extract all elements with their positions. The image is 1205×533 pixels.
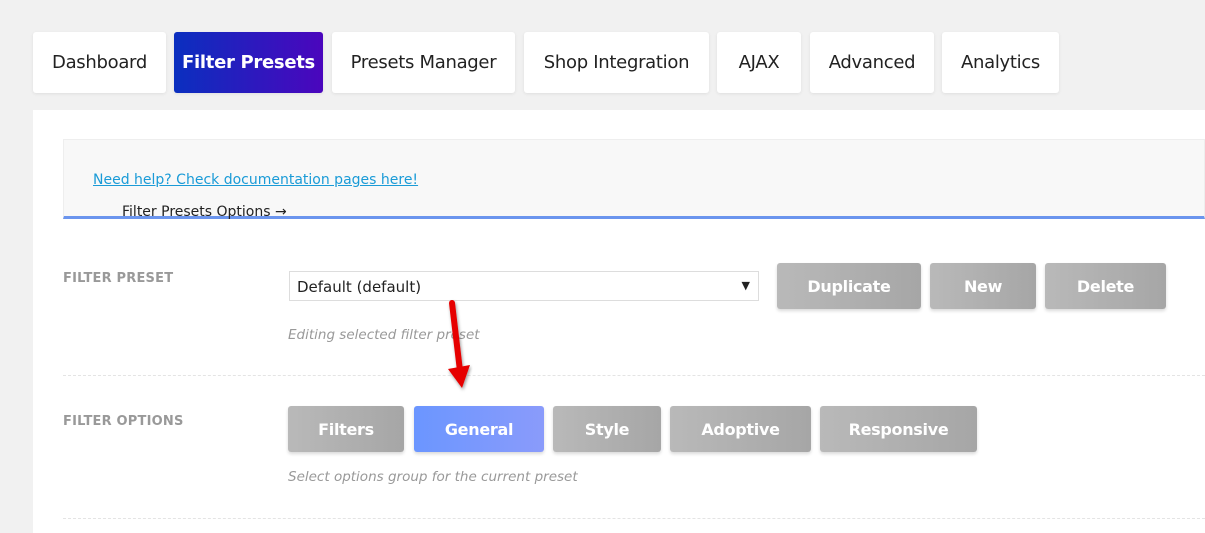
tab-dashboard[interactable]: Dashboard: [33, 32, 166, 93]
filter-preset-label: FILTER PRESET: [63, 271, 174, 286]
tab-presets-manager[interactable]: Presets Manager: [332, 32, 515, 93]
tab-advanced[interactable]: Advanced: [810, 32, 934, 93]
delete-button[interactable]: Delete: [1045, 263, 1166, 309]
option-filters-button[interactable]: Filters: [288, 406, 404, 452]
dropdown-arrow-icon: ▼: [741, 279, 750, 292]
documentation-link[interactable]: Need help? Check documentation pages her…: [93, 172, 418, 188]
filter-preset-select[interactable]: Default (default) ▼: [289, 271, 759, 301]
tab-shop-integration[interactable]: Shop Integration: [524, 32, 709, 93]
new-button[interactable]: New: [930, 263, 1036, 309]
notice-text: Filter Presets Options →: [122, 204, 287, 220]
option-adoptive-button[interactable]: Adoptive: [670, 406, 811, 452]
tab-filter-presets[interactable]: Filter Presets: [174, 32, 323, 93]
option-style-button[interactable]: Style: [553, 406, 661, 452]
tab-analytics[interactable]: Analytics: [942, 32, 1059, 93]
tab-ajax[interactable]: AJAX: [717, 32, 801, 93]
filter-options-label: FILTER OPTIONS: [63, 414, 184, 429]
filter-options-help: Select options group for the current pre…: [288, 469, 578, 485]
option-responsive-button[interactable]: Responsive: [820, 406, 977, 452]
duplicate-button[interactable]: Duplicate: [777, 263, 921, 309]
divider: [63, 375, 1205, 376]
option-general-button[interactable]: General: [414, 406, 544, 452]
notice-box: Filter Presets Options → Need help? Chec…: [63, 139, 1205, 220]
divider: [63, 518, 1205, 519]
selected-preset: Default (default): [297, 278, 422, 296]
annotation-arrow-icon: [448, 300, 470, 388]
